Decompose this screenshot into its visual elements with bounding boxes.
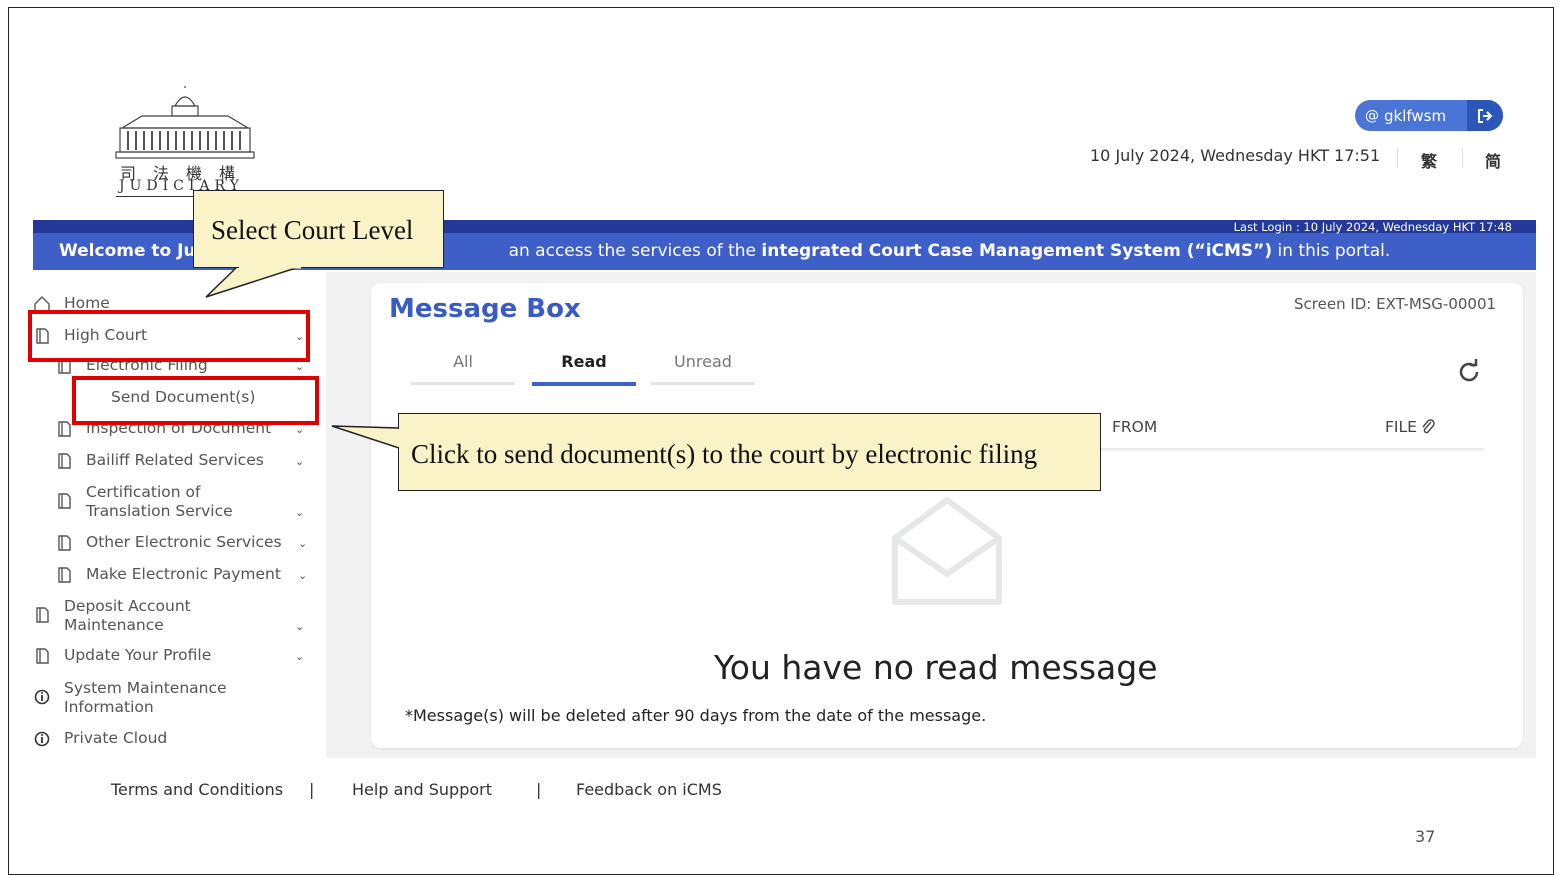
callout-pointer-joins bbox=[239, 265, 401, 447]
